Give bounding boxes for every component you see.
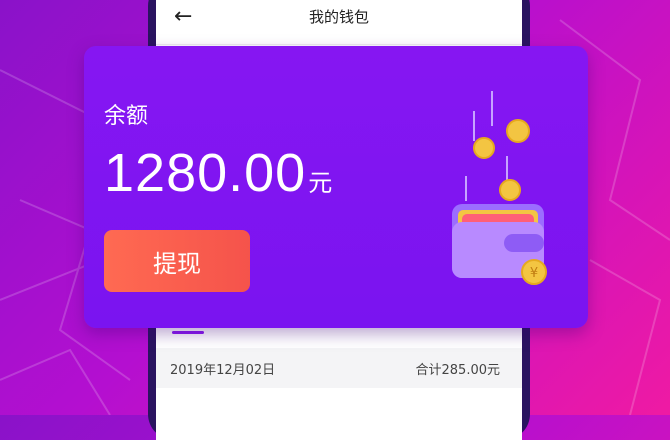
balance-amount: 1280.00 (104, 143, 307, 203)
page-title: 我的钱包 (308, 8, 369, 26)
date-summary-row: 2019年12月02日 合计285.00元 (156, 348, 522, 388)
top-bar: ← 我的钱包 (156, 0, 522, 45)
balance-label: 余额 (104, 104, 149, 129)
date-label: 2019年12月02日 (170, 363, 276, 378)
total-amount: 合计285.00元 (415, 363, 501, 378)
tab-indicator (172, 331, 204, 334)
svg-text:¥: ¥ (530, 266, 538, 281)
balance-amount-block: 1280.00元 (104, 142, 332, 204)
withdraw-button[interactable]: 提现 (104, 230, 250, 292)
balance-card: 余额 1280.00元 提现 ¥ (84, 46, 588, 328)
wallet-coins-icon: ¥ (452, 91, 547, 285)
balance-unit: 元 (308, 169, 333, 197)
